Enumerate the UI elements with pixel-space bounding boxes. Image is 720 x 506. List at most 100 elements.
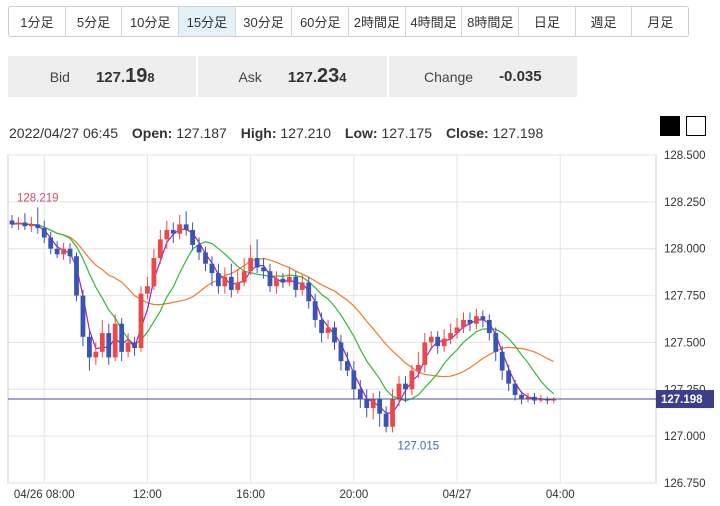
ohlc-info: 2022/04/27 06:45 Open: 127.187 High: 127… [9, 125, 543, 141]
x-tick-label: 04:00 [546, 489, 575, 501]
y-tick-label: 127.500 [664, 337, 706, 349]
candle-body [54, 248, 60, 255]
change-value: -0.035 [499, 68, 542, 85]
y-tick-label: 127.750 [664, 291, 706, 303]
y-tick-label: 128.250 [664, 197, 706, 209]
candlestick-chart: 128.500128.250128.000127.750127.500127.2… [7, 150, 714, 501]
x-tick-label: 12:00 [133, 489, 162, 501]
candle-body [512, 383, 518, 395]
tab-6[interactable]: 2時間足 [349, 7, 406, 36]
tab-1[interactable]: 5分足 [66, 7, 123, 36]
candle-body [506, 370, 512, 384]
high-marker-label: 128.219 [17, 193, 59, 205]
current-price-label: 127.198 [661, 394, 703, 406]
candle-body [390, 398, 395, 427]
candle-body [280, 278, 286, 283]
tab-9[interactable]: 日足 [519, 7, 576, 36]
light-theme-button[interactable] [686, 116, 706, 136]
open-label: Open: [131, 125, 173, 141]
candle-body [203, 252, 208, 264]
candle-body [299, 282, 305, 290]
x-tick-label: 16:00 [236, 489, 265, 501]
candle-body [286, 276, 292, 283]
candle-body [209, 263, 215, 274]
dark-theme-button[interactable] [660, 116, 680, 136]
candle-body [16, 222, 21, 225]
candle-body [74, 256, 79, 296]
candle-body [370, 398, 376, 409]
candle-body [467, 319, 473, 324]
change-label: Change [424, 68, 474, 85]
close-label: Close: [445, 125, 489, 141]
ask-value: 127.234 [287, 65, 347, 87]
candle-body [80, 295, 86, 337]
candle-body [325, 327, 331, 334]
candle-body [235, 282, 241, 290]
low-marker-label: 127.015 [398, 440, 440, 452]
candle-body [364, 398, 370, 409]
candle-body [151, 258, 157, 287]
low-value: 127.175 [381, 125, 433, 141]
candle-body [409, 370, 415, 390]
timeframe-tabs: 1分足 5分足 10分足 15分足 30分足 60分足 2時間足 4時間足 8時間足 日足 週足 月足 [8, 6, 689, 37]
candle-body [312, 301, 318, 320]
tab-2[interactable]: 10分足 [122, 7, 180, 36]
y-tick-label: 127.000 [664, 431, 706, 443]
high-label: High: [240, 125, 277, 141]
tab-3[interactable]: 15分足 [179, 7, 236, 36]
tab-8[interactable]: 8時間足 [462, 7, 520, 36]
tab-7[interactable]: 4時間足 [406, 7, 463, 36]
candle-body [145, 286, 150, 294]
candle-body [67, 248, 73, 257]
candle-body [138, 293, 144, 349]
candle-body [480, 316, 486, 320]
candle-body [486, 319, 492, 334]
candle-body [461, 319, 466, 328]
change-cell: Change -0.035 [389, 56, 577, 97]
candle-body [170, 229, 176, 234]
ask-label: Ask [238, 68, 262, 85]
candle-body [403, 383, 408, 390]
candle-body [196, 244, 202, 253]
candle-body [228, 276, 234, 290]
x-tick-label: 04/27 [443, 489, 472, 501]
x-tick-label: 04/26 08:00 [14, 489, 75, 501]
candle-body [274, 278, 279, 287]
candle-body [9, 220, 15, 225]
open-value: 127.187 [176, 125, 227, 141]
plot-frame [7, 154, 657, 484]
candle-body [132, 342, 137, 349]
candle-body [112, 323, 118, 358]
y-tick-label: 128.000 [664, 244, 706, 256]
candle-body [428, 336, 434, 343]
tab-4[interactable]: 30分足 [236, 7, 293, 36]
low-label: Low: [344, 125, 378, 141]
tab-0[interactable]: 1分足 [9, 7, 66, 36]
candle-body [93, 351, 99, 358]
candle-body [241, 271, 247, 283]
tab-11[interactable]: 月足 [632, 7, 688, 36]
candle-body [183, 224, 189, 230]
candle-body [119, 323, 125, 352]
candle-body [441, 338, 447, 347]
quote-bar: Bid 127.198 Ask 127.234 Change -0.035 [8, 56, 577, 97]
candle-body [28, 224, 34, 227]
candle-body [435, 336, 441, 347]
candle-body [35, 224, 41, 229]
bid-label: Bid [49, 68, 70, 85]
candle-body [332, 327, 337, 343]
y-tick-label: 126.750 [664, 478, 706, 490]
candle-body [319, 319, 324, 334]
candle-body [448, 333, 453, 339]
candle-body [519, 394, 524, 399]
close-value: 127.198 [492, 125, 544, 141]
candle-body [87, 336, 92, 358]
candle-body [61, 248, 66, 255]
tab-5[interactable]: 60分足 [292, 7, 350, 36]
candle-body [216, 273, 221, 287]
candle-body [396, 383, 402, 399]
candle-body [248, 258, 254, 272]
tab-10[interactable]: 週足 [576, 7, 633, 36]
candle-body [261, 267, 266, 272]
candle-body [177, 224, 183, 234]
